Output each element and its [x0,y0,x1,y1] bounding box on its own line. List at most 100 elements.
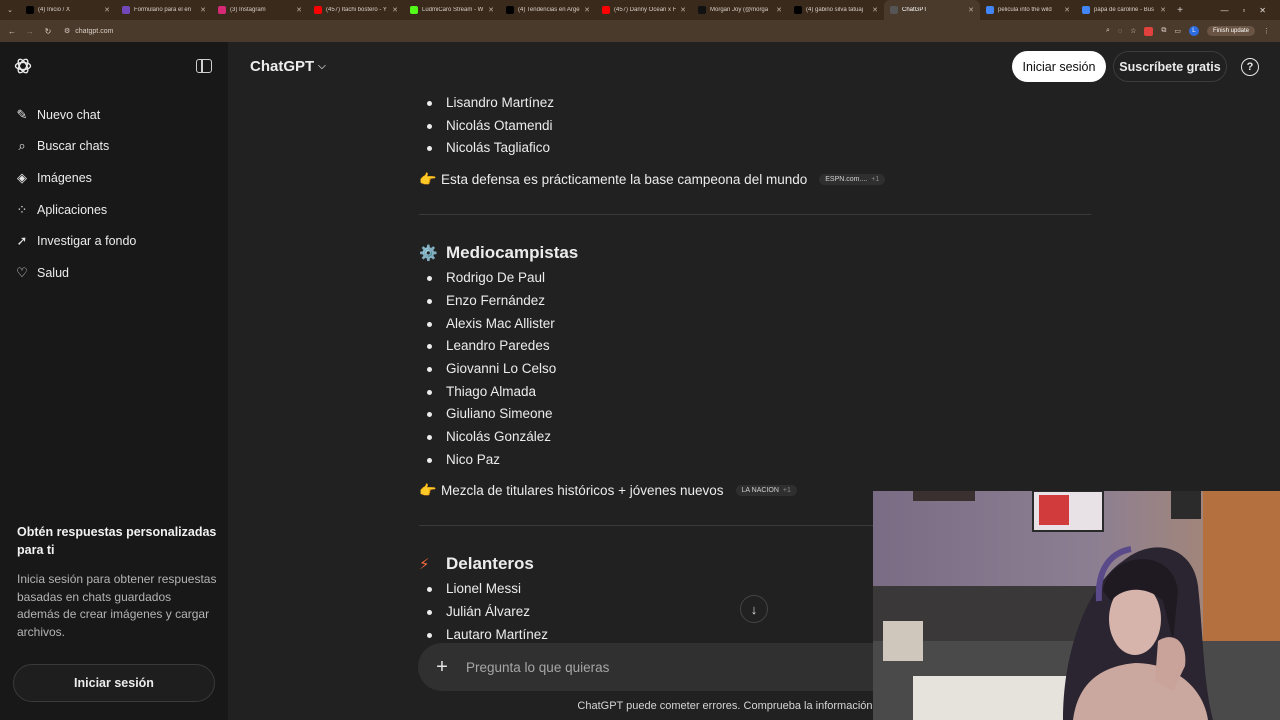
close-tab-icon[interactable]: ✕ [584,6,590,14]
close-tab-icon[interactable]: ✕ [776,6,782,14]
tab-title: (3) Instagram [230,7,266,13]
x-logo-icon [506,6,514,14]
url-field[interactable]: ⚙ chatgpt.com [64,27,113,36]
instagram-icon [218,6,226,14]
finish-update-button[interactable]: Finish update [1206,26,1255,36]
sidebar-item-buscar-chats[interactable]: ⌕ Buscar chats [14,131,136,163]
chatgpt-logo-icon[interactable] [13,56,33,76]
player-list-item: Giuliano Simeone [419,403,1091,426]
images-icon: ◈ [17,169,27,185]
browser-tab[interactable]: (4) Tendencias en Arge ✕ [500,0,596,20]
browser-tab[interactable]: Morgan Joy (@morga ✕ [692,0,788,20]
close-tab-icon[interactable]: ✕ [392,6,398,14]
close-tab-icon[interactable]: ✕ [296,6,302,14]
maximize-icon[interactable]: ▫ [1242,6,1245,15]
sidebar-item-imágenes[interactable]: ◈ Imágenes [14,162,136,194]
close-tab-icon[interactable]: ✕ [872,6,878,14]
section-title-text: Mediocampistas [446,243,579,263]
source-badge-lanacion[interactable]: LA NACION +1 [735,484,797,496]
forms-icon [122,6,130,14]
player-list-item: Lisandro Martínez [419,92,1091,115]
new-tab-button[interactable]: + [1172,5,1188,16]
browser-tab-bar: ⌄ (4) Inicio / X ✕ Formulario para el en ✕(… [0,0,1280,20]
sidebar-item-label: Salud [37,265,69,280]
sidebar-item-label: Nuevo chat [37,107,101,122]
telescope-icon: ➚ [16,233,28,249]
close-tab-icon[interactable]: ✕ [200,6,206,14]
heart-icon: ♡ [16,264,28,280]
close-tab-icon[interactable]: ✕ [680,6,686,14]
cast-icon[interactable]: ▭ [1174,27,1181,35]
extensions-puzzle-icon[interactable]: ⧉ [1161,27,1166,35]
apps-icon: ⁘ [16,201,28,217]
sidebar-item-aplicaciones[interactable]: ⁘ Aplicaciones [14,194,136,226]
top-header: ChatGPT ⌵ Iniciar sesión Suscríbete grat… [228,42,1280,92]
defense-list: Lisandro Martínez Nicolás Otamendi Nicolás… [419,92,1091,160]
promo-body: Inicia sesión para obtener respuestas ba… [17,572,217,639]
close-tab-icon[interactable]: ✕ [104,6,110,14]
sidebar-item-investigar-a-fondo[interactable]: ➚ Investigar a fondo [14,225,137,257]
tab-title: pelicula into the wild [998,7,1052,13]
promo-title: Obtén respuestas personalizadas para ti [17,525,217,557]
tab-title: (457) Itachi bostero - Y [326,7,387,13]
divider [419,214,1091,216]
sidebar: ✎ Nuevo chat ⌕ Buscar chats ◈ Imágenes ⁘ Aplica… [0,42,228,720]
toggle-sidebar-icon[interactable] [196,59,212,73]
player-list-item: Nicolás Otamendi [419,115,1091,138]
browser-tab[interactable]: (4) gabino silva tatuaj ✕ [788,0,884,20]
help-icon[interactable]: ? [1241,58,1259,76]
address-bar: ← → ↻ ⚙ chatgpt.com ⌕ ◌ ☆ ⧉ ▭ L Finish u… [0,20,1280,42]
search-lens-icon[interactable]: ⌕ [1106,27,1110,35]
eye-off-icon[interactable]: ◌ [1118,28,1122,35]
header-login-button[interactable]: Iniciar sesión [1012,51,1106,82]
browser-menu-icon[interactable]: ⋮ [1263,27,1270,35]
player-list-item: Rodrigo De Paul [419,267,1091,290]
sidebar-login-button[interactable]: Iniciar sesión [13,664,215,702]
x-logo-icon [26,6,34,14]
back-icon[interactable]: ← [6,27,18,36]
defense-note-text: Esta defensa es prácticamente la base ca… [441,171,808,187]
sidebar-item-salud[interactable]: ♡ Salud [14,257,136,289]
browser-tab[interactable]: (457) Danny Ocean x F ✕ [596,0,692,20]
search-icon: ⌕ [18,138,26,154]
browser-tab[interactable]: (3) Instagram ✕ [212,0,308,20]
minimize-icon[interactable]: — [1220,6,1228,15]
browser-tab[interactable]: ChatGPT ✕ [884,0,980,20]
close-tab-icon[interactable]: ✕ [968,6,974,14]
sidebar-item-nuevo-chat[interactable]: ✎ Nuevo chat [14,99,136,131]
close-tab-icon[interactable]: ✕ [1064,6,1070,14]
browser-tab[interactable]: papa de caroline - Bus ✕ [1076,0,1172,20]
tab-title: ChatGPT [902,7,928,13]
browser-tab[interactable]: LudmiCaro Stream - W ✕ [404,0,500,20]
forward-icon[interactable]: → [24,27,36,36]
add-attachment-icon[interactable]: + [418,656,466,679]
profile-avatar[interactable]: L [1188,26,1199,36]
tab-search-chevron-icon[interactable]: ⌄ [0,0,20,20]
browser-tab[interactable]: (457) Itachi bostero - Y ✕ [308,0,404,20]
reload-icon[interactable]: ↻ [42,27,54,36]
webcam-image [873,491,1280,720]
tab-title: LudmiCaro Stream - W [422,7,484,13]
player-list-item: Alexis Mac Allister [419,313,1091,336]
close-tab-icon[interactable]: ✕ [1160,6,1166,14]
google-icon [1082,6,1090,14]
scroll-down-button[interactable]: ↓ [740,595,768,623]
tiktok-icon [698,6,706,14]
kick-icon [410,6,418,14]
browser-tab[interactable]: pelicula into the wild ✕ [980,0,1076,20]
extension-icon[interactable] [1144,26,1154,36]
model-selector[interactable]: ChatGPT ⌵ [250,58,326,75]
sidebar-item-label: Imágenes [37,170,92,185]
prompt-input[interactable]: Pregunta lo que quieras [466,660,609,675]
close-tab-icon[interactable]: ✕ [488,6,494,14]
site-info-icon[interactable]: ⚙ [64,27,70,35]
browser-tab[interactable]: Formulario para el en ✕ [116,0,212,20]
close-window-icon[interactable]: ✕ [1259,6,1266,15]
browser-tab[interactable]: (4) Inicio / X ✕ [20,0,116,20]
signup-button[interactable]: Suscríbete gratis [1113,51,1227,82]
youtube-icon [314,6,322,14]
bookmark-star-icon[interactable]: ☆ [1130,27,1136,35]
source-badge-espn[interactable]: ESPN.com.... +1 [819,173,886,185]
x-logo-icon [794,6,802,14]
pointing-hand-icon: 👉 [419,481,437,498]
